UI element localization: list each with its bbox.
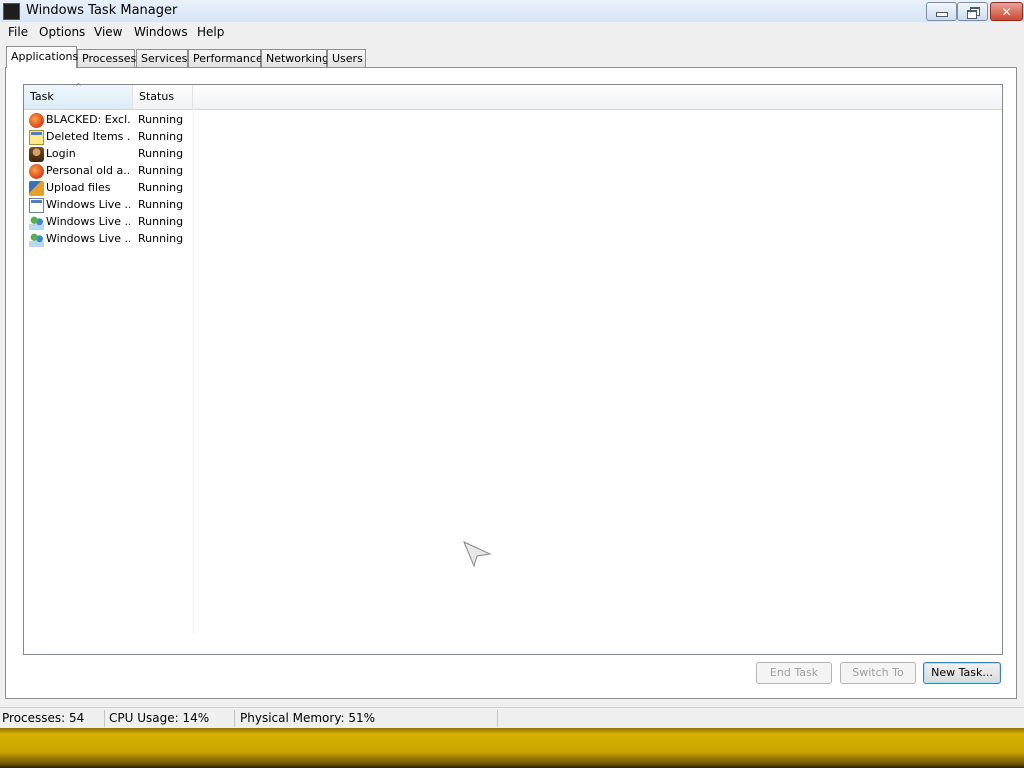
status-divider <box>104 710 105 727</box>
tab-applications[interactable]: Applications <box>6 46 78 68</box>
list-item[interactable]: BLACKED: Excl... Running <box>24 112 1002 129</box>
tab-users[interactable]: Users <box>327 49 366 67</box>
end-task-button[interactable]: End Task <box>756 662 832 684</box>
task-name: Upload files <box>46 181 111 194</box>
task-status: Running <box>138 232 184 245</box>
column-header-status-label: Status <box>139 90 175 103</box>
firefox-icon <box>29 164 44 179</box>
restore-icon <box>966 6 980 19</box>
task-manager-window: Windows Task Manager ✕ File Options View… <box>0 0 1024 729</box>
window-icon <box>29 198 44 213</box>
close-icon: ✕ <box>1001 4 1012 19</box>
menu-bar: File Options View Windows Help <box>0 22 1024 42</box>
minimize-button[interactable] <box>926 2 957 21</box>
status-divider <box>497 710 498 727</box>
task-name: Windows Live ... <box>46 232 130 245</box>
applications-list[interactable]: ^ Task Status BLACKED: Excl... Running D… <box>23 82 1003 655</box>
list-item[interactable]: Login Running <box>24 146 1002 163</box>
task-name: Windows Live ... <box>46 215 130 228</box>
task-status: Running <box>138 215 184 228</box>
tab-services[interactable]: Services <box>136 49 188 67</box>
menu-file[interactable]: File <box>8 25 28 39</box>
restore-button[interactable] <box>957 2 988 21</box>
task-name: Personal old a... <box>46 164 130 177</box>
menu-options[interactable]: Options <box>39 25 85 39</box>
taskbar <box>0 728 1024 768</box>
task-name: Deleted Items ... <box>46 130 130 143</box>
mouse-pointer-icon <box>463 541 492 568</box>
status-bar: Processes: 54 CPU Usage: 14% Physical Me… <box>0 707 1024 729</box>
task-name: BLACKED: Excl... <box>46 113 130 126</box>
title-bar[interactable]: Windows Task Manager ✕ <box>0 0 1024 23</box>
list-item[interactable]: Personal old a... Running <box>24 163 1002 180</box>
task-status: Running <box>138 181 184 194</box>
menu-view[interactable]: View <box>94 25 122 39</box>
cpu-usage: CPU Usage: 14% <box>109 711 210 725</box>
sort-ascending-icon: ^ <box>75 82 82 91</box>
task-status: Running <box>138 198 184 211</box>
list-header: ^ Task Status <box>24 82 1002 110</box>
tab-networking[interactable]: Networking <box>261 49 329 67</box>
task-status: Running <box>138 130 184 143</box>
task-name: Windows Live ... <box>46 198 130 211</box>
tab-processes[interactable]: Processes <box>77 49 136 67</box>
list-item[interactable]: Windows Live ... Running <box>24 231 1002 248</box>
window-icon <box>29 130 44 145</box>
list-item[interactable]: Windows Live ... Running <box>24 214 1002 231</box>
messenger-icon <box>29 215 44 230</box>
menu-windows[interactable]: Windows <box>134 25 188 39</box>
list-item[interactable]: Windows Live ... Running <box>24 197 1002 214</box>
task-name: Login <box>46 147 76 160</box>
processes-count: Processes: 54 <box>2 711 85 725</box>
status-divider <box>234 710 235 727</box>
switch-to-button[interactable]: Switch To <box>840 662 916 684</box>
upload-icon <box>29 181 44 196</box>
task-status: Running <box>138 113 184 126</box>
task-status: Running <box>138 147 184 160</box>
menu-help[interactable]: Help <box>197 25 224 39</box>
physical-memory: Physical Memory: 51% <box>240 711 376 725</box>
window-title: Windows Task Manager <box>26 3 178 18</box>
minimize-icon <box>935 12 948 17</box>
new-task-button[interactable]: New Task... <box>923 662 1001 684</box>
firefox-icon <box>29 113 44 128</box>
column-header-task[interactable]: ^ Task <box>24 82 133 109</box>
login-icon <box>29 147 44 162</box>
tab-performance[interactable]: Performance <box>188 49 263 67</box>
close-button[interactable]: ✕ <box>990 2 1023 21</box>
column-header-status[interactable]: Status <box>133 85 193 109</box>
task-manager-app-icon[interactable] <box>3 3 20 20</box>
list-item[interactable]: Upload files Running <box>24 180 1002 197</box>
messenger-icon <box>29 232 44 247</box>
list-item[interactable]: Deleted Items ... Running <box>24 129 1002 146</box>
column-header-task-label: Task <box>30 90 54 103</box>
task-status: Running <box>138 164 184 177</box>
